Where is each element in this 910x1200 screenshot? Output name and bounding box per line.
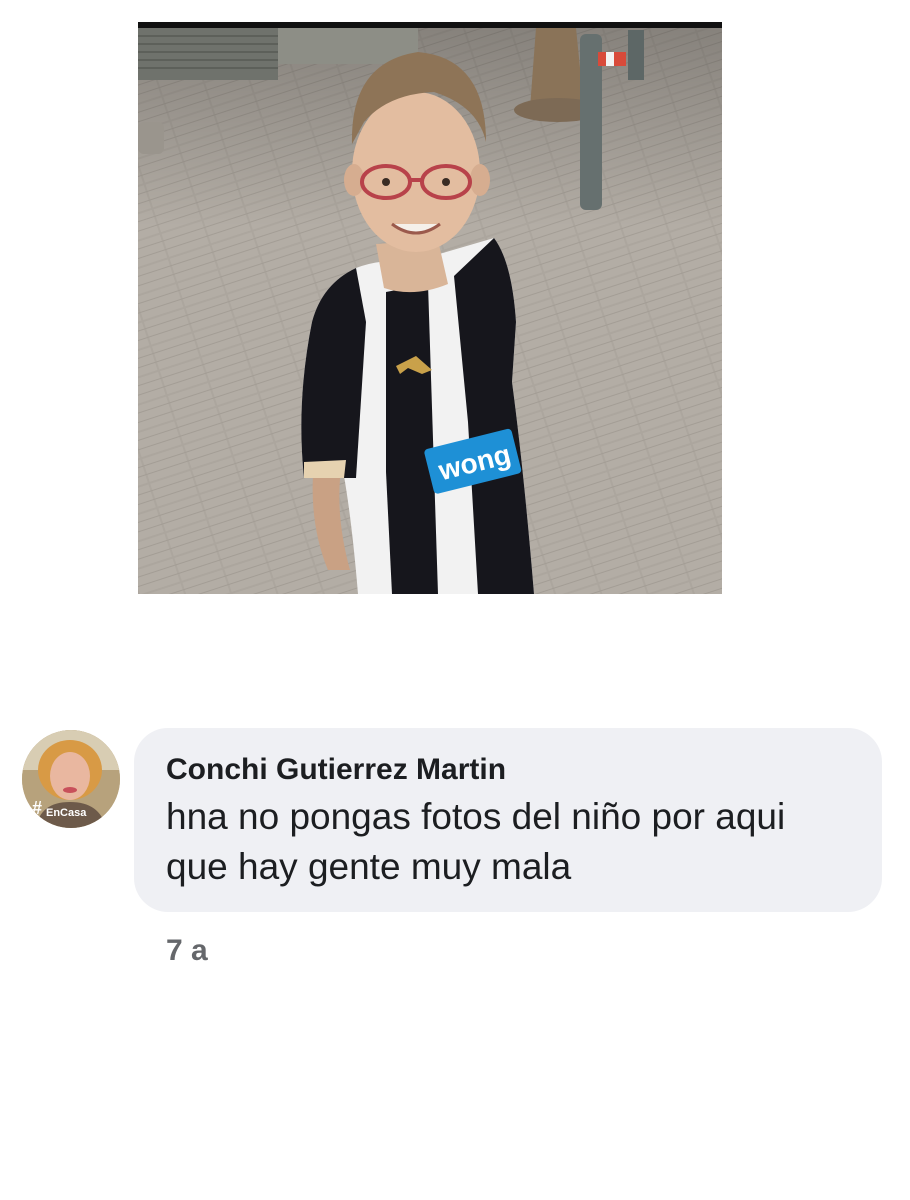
avatar-badge-hash: #	[32, 798, 42, 818]
avatar-photo: # EnCasa	[22, 730, 120, 828]
photo-boy-football-shirt: wong	[138, 22, 722, 594]
avatar[interactable]: # EnCasa	[22, 730, 120, 828]
comment-text: hna no pongas fotos del niño por aqui qu…	[166, 796, 786, 887]
comment-timestamp[interactable]: 7 a	[166, 934, 208, 968]
comment: # EnCasa Conchi Gutierrez Martin hna no …	[22, 728, 884, 978]
avatar-badge-text: EnCasa	[46, 807, 87, 819]
post-photo[interactable]: wong	[138, 22, 722, 594]
comment-author[interactable]: Conchi Gutierrez Martin	[166, 752, 852, 788]
comment-bubble: Conchi Gutierrez Martin hna no pongas fo…	[134, 728, 882, 912]
